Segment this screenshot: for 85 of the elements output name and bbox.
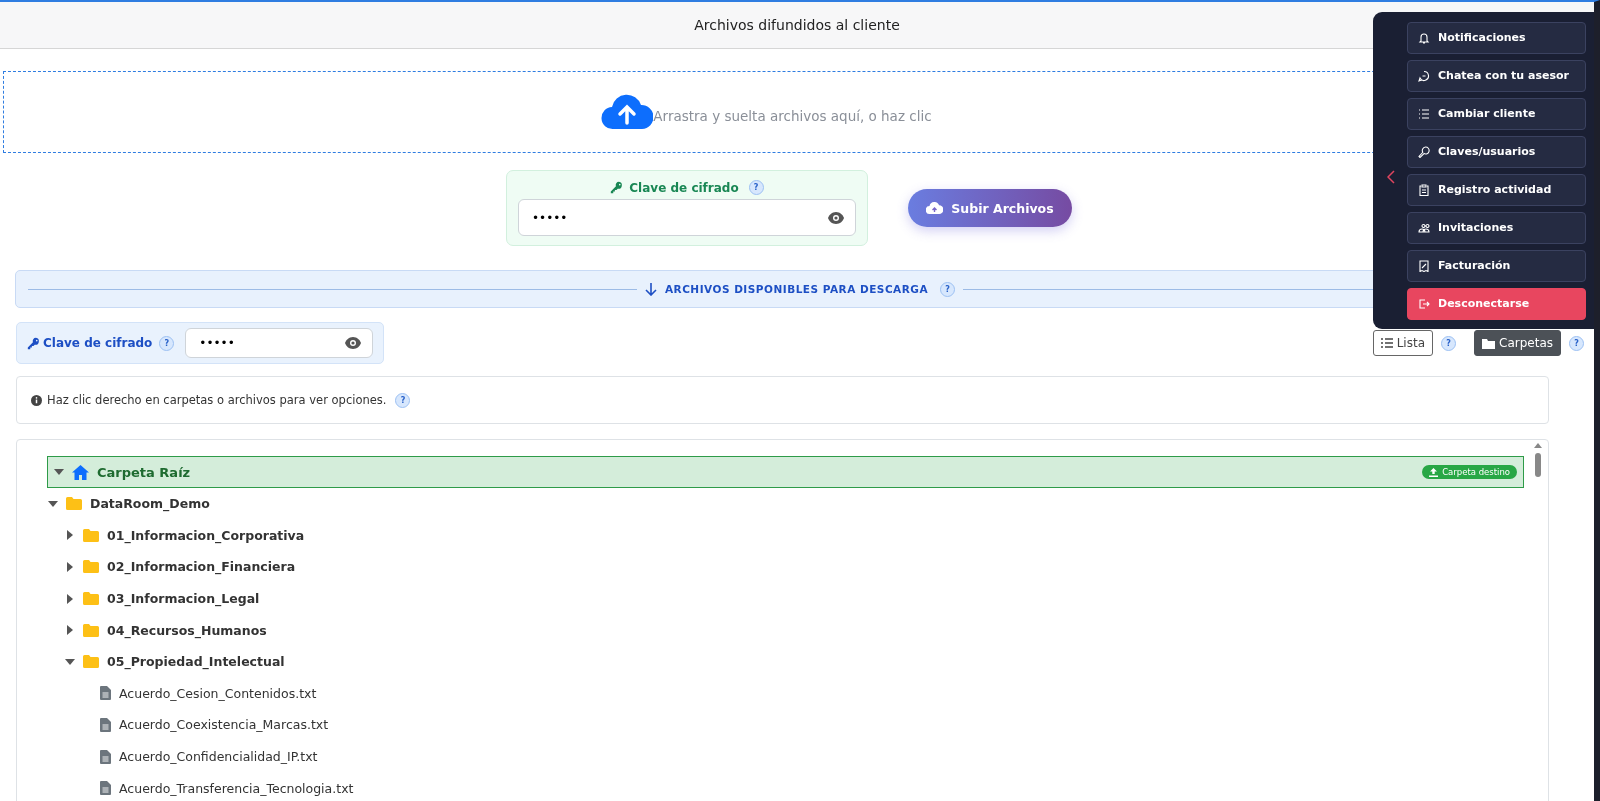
info-text: Haz clic derecho en carpetas o archivos para ver opciones. (47, 393, 387, 407)
arrow-down-icon (644, 282, 657, 296)
password-field[interactable]: ••••• (518, 199, 856, 236)
destination-badge: Carpeta destino (1422, 465, 1517, 479)
folder-icon (83, 592, 99, 606)
bell-icon (1418, 31, 1430, 44)
tree-item[interactable]: Acuerdo_Cesion_Contenidos.txt (17, 677, 1548, 710)
help-icon[interactable]: ? (1441, 335, 1456, 351)
caret-icon[interactable] (65, 530, 75, 541)
tree-label: Acuerdo_Transferencia_Tecnologia.txt (119, 780, 354, 796)
help-icon[interactable]: ? (395, 392, 411, 408)
tree-label: Acuerdo_Coexistencia_Marcas.txt (119, 717, 329, 733)
caret-icon[interactable] (48, 498, 58, 509)
eye-icon[interactable] (345, 337, 362, 349)
caret-icon[interactable] (65, 656, 75, 667)
tree-item[interactable]: 04_Recursos_Humanos (17, 614, 1548, 646)
menu-item[interactable]: Notificaciones (1407, 21, 1586, 54)
folder-icon (83, 655, 99, 669)
folder-icon (1482, 337, 1495, 349)
menu-item[interactable]: Facturación (1407, 249, 1586, 282)
tree-item[interactable]: 01_Informacion_Corporativa (17, 519, 1548, 552)
file-icon (100, 686, 111, 701)
list-icon (1380, 338, 1393, 348)
tree-item[interactable]: Acuerdo_Coexistencia_Marcas.txt (17, 709, 1548, 741)
menu-item[interactable]: Chatea con tu asesor (1407, 59, 1586, 92)
view-toggle[interactable]: Carpetas (1474, 330, 1561, 356)
receipt-icon (1418, 259, 1430, 272)
tree-label: 01_Informacion_Corporativa (107, 527, 305, 543)
menu-item[interactable]: Registro actividad (1407, 173, 1586, 206)
upload-button[interactable]: Subir Archivos (908, 189, 1072, 227)
clipboard-icon (1418, 183, 1430, 196)
view-toggle[interactable]: Lista (1372, 330, 1433, 356)
file-icon (100, 717, 111, 732)
file-icon (100, 749, 111, 764)
people-icon (1418, 221, 1430, 234)
info-icon (31, 394, 42, 406)
tree-label: Acuerdo_Confidencialidad_IP.txt (119, 749, 318, 765)
upload-icon (1429, 467, 1439, 477)
tree-label: Acuerdo_Cesion_Contenidos.txt (119, 685, 317, 701)
eye-icon[interactable] (828, 211, 844, 224)
chat-icon (1418, 69, 1430, 82)
tree-label: 03_Informacion_Legal (107, 591, 260, 607)
help-icon[interactable]: ? (748, 180, 764, 195)
file-icon (100, 781, 111, 796)
folder-icon (83, 528, 99, 542)
tree-label: 04_Recursos_Humanos (107, 622, 267, 638)
menu-item[interactable]: Claves/usuarios (1407, 135, 1586, 168)
tree-item[interactable]: DataRoom_Demo (17, 488, 1548, 520)
key-label: Clave de cifrado (43, 336, 153, 350)
tree-label: 02_Informacion_Financiera (107, 559, 296, 575)
caret-icon[interactable] (65, 562, 75, 572)
tree-item[interactable]: Carpeta Raíz Carpeta destino (47, 456, 1524, 488)
tree-item[interactable]: 02_Informacion_Financiera (17, 551, 1548, 583)
chevron-left-icon[interactable] (1387, 169, 1395, 184)
folder-icon (83, 623, 99, 637)
menu-item[interactable]: Invitaciones (1407, 211, 1586, 244)
logout-icon (1418, 297, 1430, 310)
folder-icon (66, 497, 82, 511)
tree-label: 05_Propiedad_Intelectual (107, 654, 285, 670)
help-icon[interactable]: ? (1569, 335, 1584, 351)
cloud-upload-icon (601, 93, 654, 131)
folder-icon (83, 560, 99, 574)
menu-item[interactable]: Cambiar cliente (1407, 97, 1586, 130)
password-field[interactable]: ••••• (185, 328, 374, 358)
caret-icon[interactable] (54, 467, 64, 477)
caret-icon[interactable] (65, 625, 75, 636)
page-title: Archivos difundidos al cliente (694, 17, 900, 33)
list-icon (1418, 107, 1430, 120)
tree-label: DataRoom_Demo (90, 496, 210, 512)
tree-item[interactable]: Acuerdo_Confidencialidad_IP.txt (17, 740, 1548, 773)
tree-item[interactable]: Acuerdo_Transferencia_Tecnologia.txt (17, 772, 1548, 801)
cloud-upload-icon (926, 202, 944, 214)
caret-icon[interactable] (65, 593, 75, 604)
scrollbar-drawing[interactable] (1533, 443, 1543, 479)
password-input[interactable]: ••••• (530, 209, 828, 226)
key-label: Clave de cifrado (629, 180, 739, 195)
tree-item[interactable]: 05_Propiedad_Intelectual (17, 645, 1548, 678)
section-title: ARCHIVOS DISPONIBLES PARA DESCARGA (664, 283, 929, 295)
password-input[interactable]: ••••• (197, 335, 346, 351)
home-icon (72, 464, 89, 480)
help-icon[interactable]: ? (940, 281, 956, 297)
dropzone-text: Arrastra y suelta archivos aquí, o haz clic (653, 108, 932, 124)
tree-label: Carpeta Raíz (97, 464, 191, 480)
tree-item[interactable]: 03_Informacion_Legal (17, 582, 1548, 615)
help-icon[interactable]: ? (159, 335, 175, 351)
